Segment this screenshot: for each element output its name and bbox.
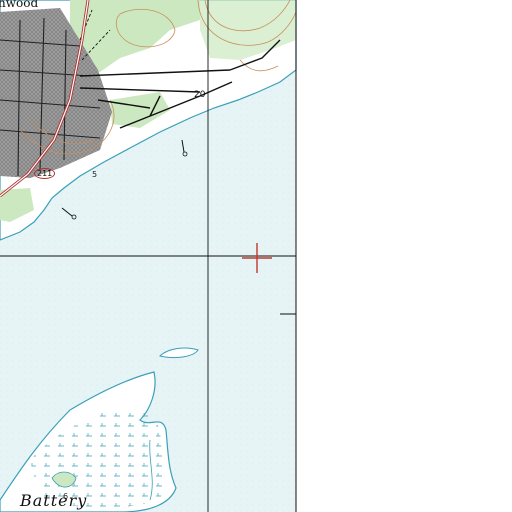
map-canvas bbox=[0, 0, 512, 512]
map-margin bbox=[296, 0, 512, 512]
place-label-battery: Battery bbox=[20, 491, 88, 510]
elevation-label-6: 6 bbox=[63, 492, 69, 501]
elevation-label-5: 5 bbox=[92, 170, 98, 179]
place-label-north: hwood bbox=[0, 0, 39, 10]
route-label-20: 20 bbox=[194, 90, 206, 100]
topographic-map[interactable]: hwood Battery 211 20 5 6 bbox=[0, 0, 512, 512]
